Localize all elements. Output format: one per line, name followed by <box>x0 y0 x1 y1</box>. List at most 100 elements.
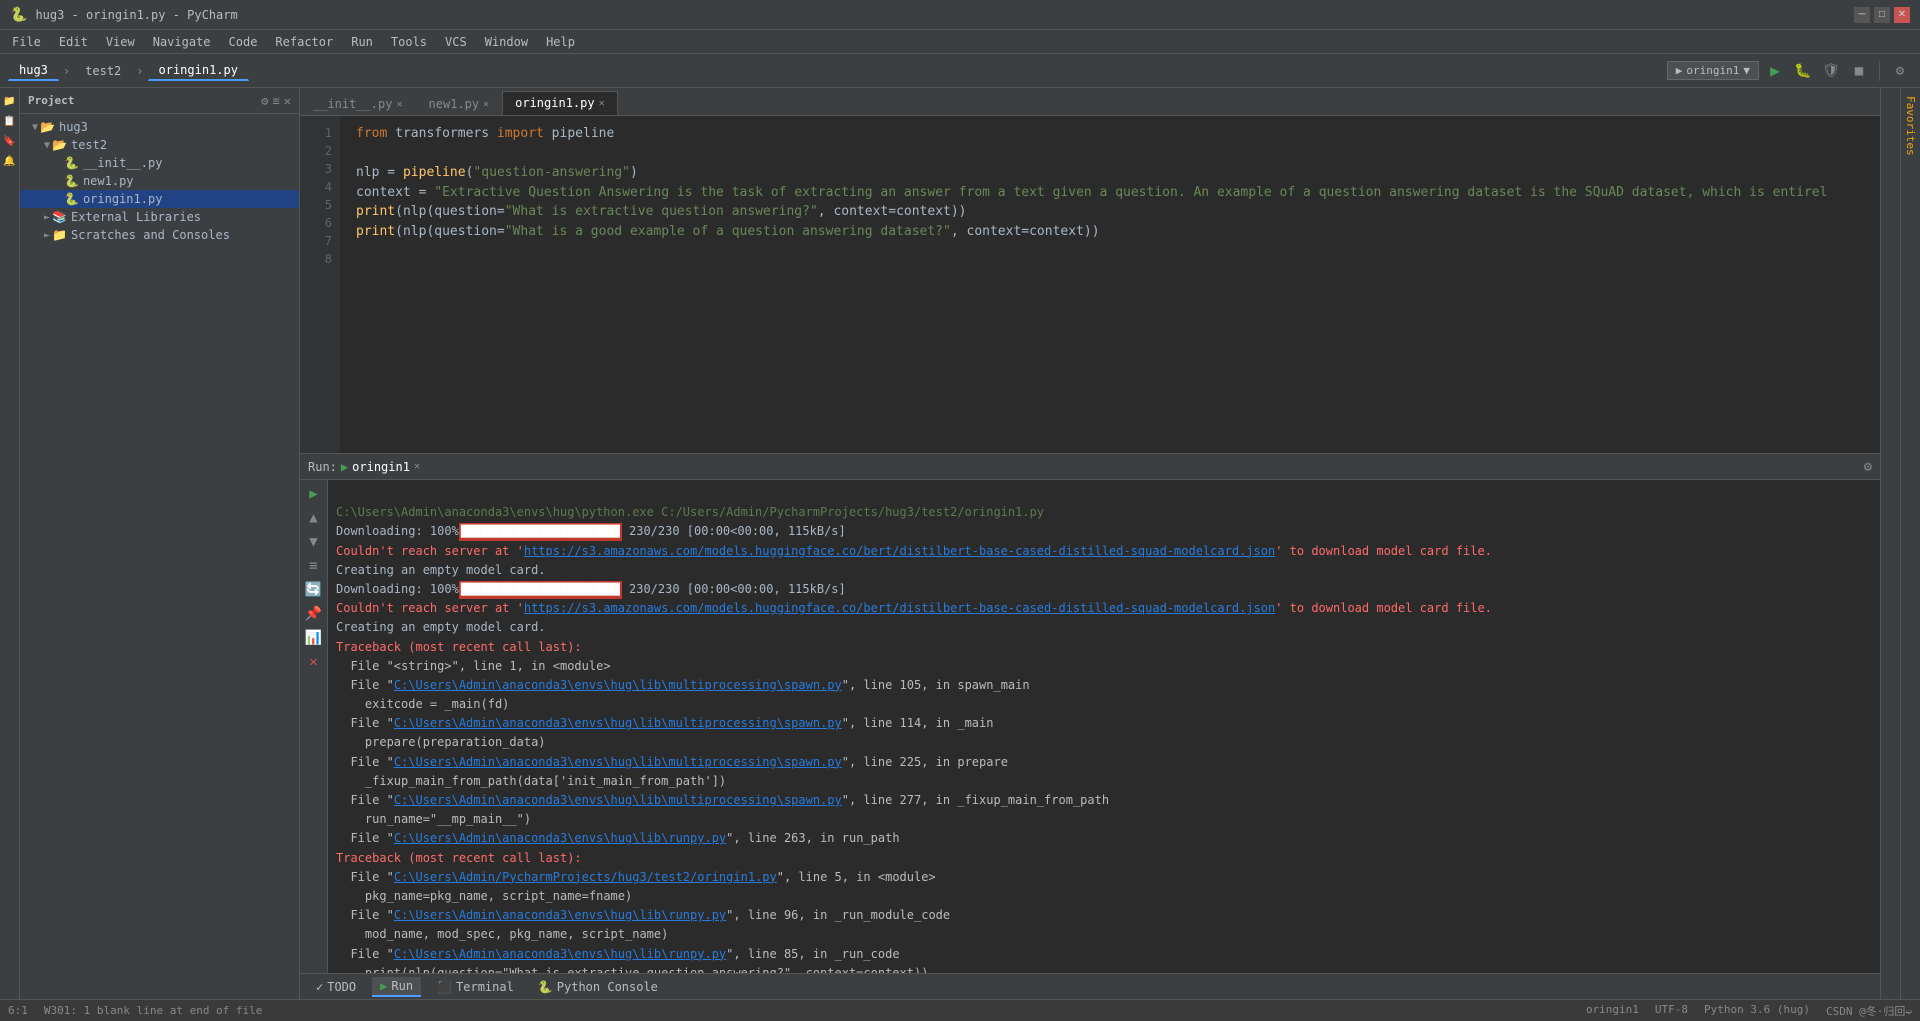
run-stop-button[interactable]: ✕ <box>304 652 324 672</box>
tab-label-terminal: Terminal <box>456 980 514 994</box>
status-bar-right: oringin1 UTF-8 Python 3.6 (hug) CSDN @冬·… <box>1586 1003 1912 1019</box>
project-panel-collapse[interactable]: ≡ <box>273 94 280 108</box>
right-sidebar <box>1880 88 1900 999</box>
traceback-line-9: run_name="__mp_main__") <box>336 812 531 826</box>
run-content-area: ▶ ▲ ▼ ≡ 🔄 📌 📊 ✕ C:\Users\Admin\anaconda3… <box>300 480 1880 973</box>
project-breadcrumb-hug3[interactable]: hug3 <box>8 60 59 81</box>
run-tab-name: oringin1 <box>352 460 410 474</box>
tab-init-py[interactable]: __init__.py ✕ <box>300 92 416 115</box>
tab-terminal[interactable]: ⬛ Terminal <box>429 978 522 996</box>
run-output: C:\Users\Admin\anaconda3\envs\hug\python… <box>328 480 1880 973</box>
traceback-link-spawn4[interactable]: C:\Users\Admin\anaconda3\envs\hug\lib\mu… <box>394 793 842 807</box>
tab-new1-py[interactable]: new1.py ✕ <box>416 92 503 115</box>
run-toolbar: ▶ ▲ ▼ ≡ 🔄 📌 📊 ✕ <box>300 480 328 973</box>
tree-arrow-hug3: ▼ <box>32 122 38 133</box>
menu-tools[interactable]: Tools <box>383 33 435 51</box>
menu-window[interactable]: Window <box>477 33 536 51</box>
tab-close-init-py[interactable]: ✕ <box>396 99 402 110</box>
tab-close-new1-py[interactable]: ✕ <box>483 99 489 110</box>
traceback-link-spawn1[interactable]: C:\Users\Admin\anaconda3\envs\hug\lib\mu… <box>394 678 842 692</box>
tree-item-scratches[interactable]: ► 📁 Scratches and Consoles <box>20 226 299 244</box>
stop-button[interactable]: ■ <box>1847 59 1871 83</box>
run-dump-button[interactable]: 📊 <box>304 628 324 648</box>
run-filter-button[interactable]: ≡ <box>304 556 324 576</box>
traceback-line-10: File "C:\Users\Admin\anaconda3\envs\hug\… <box>336 831 900 845</box>
menu-navigate[interactable]: Navigate <box>145 33 219 51</box>
traceback-link-oringin1-1[interactable]: C:\Users\Admin/PycharmProjects/hug3/test… <box>394 870 777 884</box>
project-breadcrumb-oringin1[interactable]: oringin1.py <box>148 60 249 81</box>
debug-button[interactable]: 🐛 <box>1791 59 1815 83</box>
tab-todo[interactable]: ✓ TODO <box>308 978 364 996</box>
traceback-link-runpy3[interactable]: C:\Users\Admin\anaconda3\envs\hug\lib\ru… <box>394 947 726 961</box>
run-button[interactable]: ▶ <box>1763 59 1787 83</box>
status-position: 6:1 <box>8 1004 28 1017</box>
tab-oringin1-py[interactable]: oringin1.py ✕ <box>502 91 618 115</box>
traceback-link-runpy1[interactable]: C:\Users\Admin\anaconda3\envs\hug\lib\ru… <box>394 831 726 845</box>
traceback-link-spawn3[interactable]: C:\Users\Admin\anaconda3\envs\hug\lib\mu… <box>394 755 842 769</box>
run-config-icon: ▶ <box>1676 64 1683 77</box>
error-link-1[interactable]: https://s3.amazonaws.com/models.huggingf… <box>524 544 1275 558</box>
run-restart-button[interactable]: ▶ <box>304 484 324 504</box>
menu-edit[interactable]: Edit <box>51 33 96 51</box>
project-panel-settings[interactable]: ⚙ <box>261 94 268 108</box>
title-bar-controls: ─ □ ✕ <box>1854 7 1910 23</box>
code-editor[interactable]: 1 2 3 4 5 6 7 8 from transformers import… <box>300 116 1880 453</box>
menu-bar: File Edit View Navigate Code Refactor Ru… <box>0 30 1920 54</box>
lib-icon-external: 📚 <box>52 210 67 224</box>
menu-run[interactable]: Run <box>343 33 381 51</box>
tree-item-test2[interactable]: ▼ 📂 test2 <box>20 136 299 154</box>
project-breadcrumb-test2[interactable]: test2 <box>74 61 132 81</box>
toolbar-run-config: ▶ oringin1 ▼ ▶ 🐛 🛡 ■ ⚙ <box>1667 59 1912 83</box>
close-button[interactable]: ✕ <box>1894 7 1910 23</box>
traceback-line-2: File "C:\Users\Admin\anaconda3\envs\hug\… <box>336 678 1030 692</box>
maximize-button[interactable]: □ <box>1874 7 1890 23</box>
run-label: Run: <box>308 460 337 474</box>
traceback-line-4: File "C:\Users\Admin\anaconda3\envs\hug\… <box>336 716 993 730</box>
tab-python-console[interactable]: 🐍 Python Console <box>530 978 666 996</box>
run-scroll-up-button[interactable]: ▲ <box>304 508 324 528</box>
menu-file[interactable]: File <box>4 33 49 51</box>
project-panel-close[interactable]: ✕ <box>284 94 291 108</box>
tree-item-hug3[interactable]: ▼ 📂 hug3 <box>20 118 299 136</box>
menu-vcs[interactable]: VCS <box>437 33 475 51</box>
tab-close-oringin1-py[interactable]: ✕ <box>599 98 605 109</box>
traceback-line-8: File "C:\Users\Admin\anaconda3\envs\hug\… <box>336 793 1109 807</box>
run-softref-button[interactable]: 🔄 <box>304 580 324 600</box>
run-tab-icon: ▶ <box>341 460 348 474</box>
tree-item-new1-py[interactable]: 🐍 new1.py <box>20 172 299 190</box>
traceback-line-7: _fixup_main_from_path(data['init_main_fr… <box>336 774 726 788</box>
sidebar-project-icon[interactable]: 📁 <box>1 92 19 110</box>
error-link-2[interactable]: https://s3.amazonaws.com/models.huggingf… <box>524 601 1275 615</box>
window-title: hug3 - oringin1.py - PyCharm <box>35 8 237 22</box>
sidebar-bookmark-icon[interactable]: 🔖 <box>1 132 19 150</box>
traceback-line-12: pkg_name=pkg_name, script_name=fname) <box>336 889 632 903</box>
run-tab-close-btn[interactable]: ✕ <box>414 461 420 472</box>
run-config-selector[interactable]: ▶ oringin1 ▼ <box>1667 61 1759 80</box>
bottom-toolbar: ✓ TODO ▶ Run ⬛ Terminal 🐍 Python Console <box>300 973 1880 999</box>
tree-item-init-py[interactable]: 🐍 __init__.py <box>20 154 299 172</box>
menu-help[interactable]: Help <box>538 33 583 51</box>
traceback-link-spawn2[interactable]: C:\Users\Admin\anaconda3\envs\hug\lib\mu… <box>394 716 842 730</box>
settings-button[interactable]: ⚙ <box>1888 59 1912 83</box>
tab-run[interactable]: ▶ Run <box>372 977 421 997</box>
tree-label-oringin1-py: oringin1.py <box>83 192 162 206</box>
run-coverage-button[interactable]: 🛡 <box>1819 59 1843 83</box>
tree-item-oringin1-py[interactable]: 🐍 oringin1.py <box>20 190 299 208</box>
menu-view[interactable]: View <box>98 33 143 51</box>
sidebar-structure-icon[interactable]: 📋 <box>1 112 19 130</box>
minimize-button[interactable]: ─ <box>1854 7 1870 23</box>
run-pin-button[interactable]: 📌 <box>304 604 324 624</box>
run-settings-icon[interactable]: ⚙ <box>1864 459 1872 475</box>
sidebar-notifications-icon[interactable]: 🔔 <box>1 152 19 170</box>
favorites-sidebar: Favorites <box>1900 88 1920 999</box>
project-panel: Project ⚙ ≡ ✕ ▼ 📂 hug3 ▼ 📂 test2 <box>20 88 300 999</box>
tree-item-external-libraries[interactable]: ► 📚 External Libraries <box>20 208 299 226</box>
traceback-line-14: mod_name, mod_spec, pkg_name, script_nam… <box>336 927 668 941</box>
menu-code[interactable]: Code <box>221 33 266 51</box>
menu-refactor[interactable]: Refactor <box>267 33 341 51</box>
run-scroll-down-button[interactable]: ▼ <box>304 532 324 552</box>
favorites-label[interactable]: Favorites <box>1900 92 1920 160</box>
traceback-link-runpy2[interactable]: C:\Users\Admin\anaconda3\envs\hug\lib\ru… <box>394 908 726 922</box>
tree-arrow-scratches: ► <box>44 230 50 241</box>
code-content[interactable]: from transformers import pipeline nlp = … <box>340 116 1880 453</box>
